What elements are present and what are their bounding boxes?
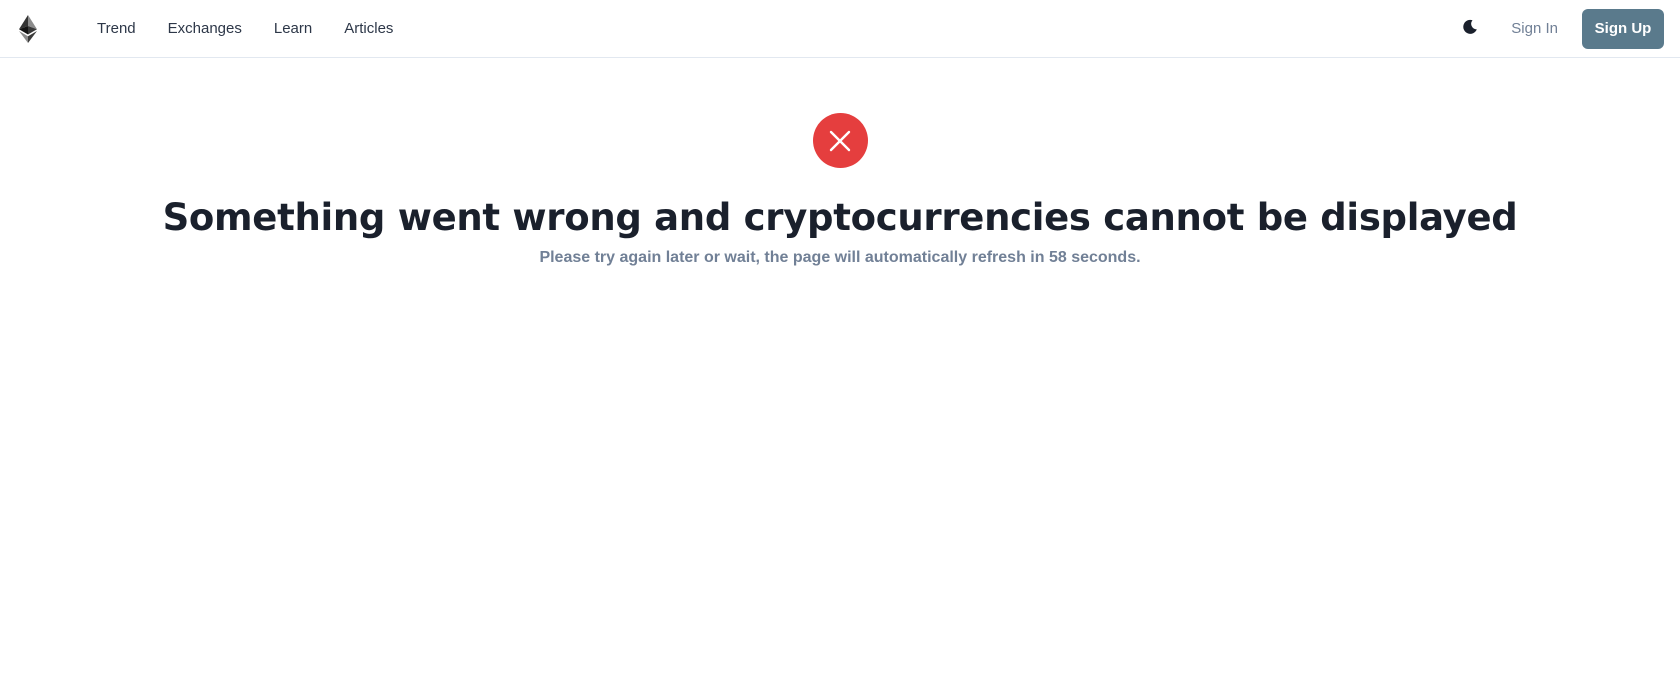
theme-toggle-button[interactable] <box>1453 12 1487 46</box>
nav-link-articles[interactable]: Articles <box>344 20 393 37</box>
main-nav: Trend Exchanges Learn Articles <box>97 0 425 57</box>
sign-in-link[interactable]: Sign In <box>1511 20 1558 37</box>
nav-link-learn[interactable]: Learn <box>274 20 312 37</box>
error-panel: Something went wrong and cryptocurrencie… <box>0 113 1680 267</box>
error-close-icon <box>812 113 868 168</box>
top-navbar: Trend Exchanges Learn Articles Sign In S… <box>0 0 1680 58</box>
header-actions: Sign In Sign Up <box>1453 0 1664 57</box>
nav-link-exchanges[interactable]: Exchanges <box>168 20 242 37</box>
sign-up-button[interactable]: Sign Up <box>1582 8 1664 49</box>
ethereum-logo-icon[interactable] <box>19 15 37 43</box>
error-title: Something went wrong and cryptocurrencie… <box>162 196 1518 239</box>
nav-link-trend[interactable]: Trend <box>97 20 136 37</box>
error-message: Please try again later or wait, the page… <box>539 249 1141 266</box>
moon-icon <box>1462 19 1478 38</box>
